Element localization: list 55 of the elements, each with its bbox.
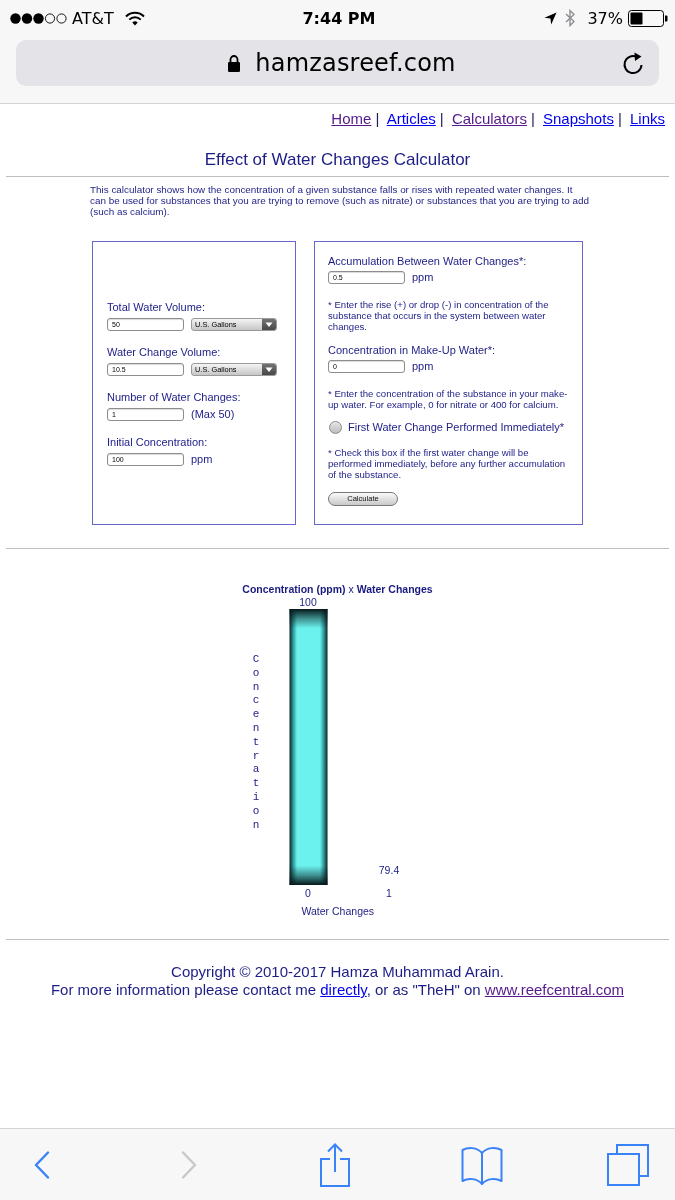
wifi-icon (124, 10, 145, 26)
clock-time: 7:44 PM (302, 8, 376, 28)
share-icon[interactable] (319, 1142, 351, 1187)
field-suffix: ppm (191, 452, 213, 466)
bookmarks-icon[interactable] (460, 1144, 503, 1185)
unit-label: ppm (412, 271, 434, 284)
field-label: Total Water Volume: (107, 300, 207, 314)
caret-icon (262, 318, 276, 330)
link-separator: | (439, 110, 444, 127)
footer-link[interactable]: www.reefcentral.com (484, 981, 625, 998)
nav-link[interactable]: Calculators (451, 110, 527, 127)
field-label: Initial Concentration: (107, 435, 209, 449)
link-separator: | (617, 110, 622, 127)
contact-text: For more information please contact me directly, or as "TheH" on www.reefcentral.com (49, 981, 626, 999)
field-label: Accumulation Between Water Changes*: (328, 255, 528, 268)
page-title: Effect of Water Changes Calculator (203, 150, 472, 170)
location-arrow-icon (544, 11, 558, 25)
footer-link[interactable]: directly (320, 981, 367, 998)
value-label: 79.4 (377, 864, 401, 877)
caret-icon (262, 363, 276, 375)
reload-icon[interactable] (622, 51, 645, 75)
tabs-icon[interactable] (607, 1143, 649, 1186)
url-text: hamzasreef.com (255, 49, 456, 77)
battery-percent: 37% (587, 8, 623, 28)
chart-title: Concentration (ppm) x Water Changes (241, 583, 434, 596)
field-label: Concentration in Make-Up Water*: (328, 344, 497, 358)
back-icon[interactable] (34, 1150, 50, 1179)
checkbox-label[interactable]: First Water Change Performed Immediately* (348, 421, 564, 434)
unit-label: ppm (412, 360, 434, 374)
help-note: * Enter the rise (+) or drop (-) in concentration of the substance that occurs in the system between water changes. (328, 300, 550, 333)
x-tick-label: 0 (304, 887, 312, 900)
bluetooth-icon (565, 9, 576, 27)
help-note: * Check this box if the first water change will be performed immediately, before any further accumulation of the substance. (328, 448, 567, 481)
carrier-name: AT&T (72, 8, 114, 28)
x-axis-label: Water Changes (301, 905, 375, 917)
signal-icon (10, 12, 67, 24)
link-separator: | (375, 110, 380, 127)
y-axis-label: Concentration (251, 653, 261, 833)
field-suffix: (Max 50) (191, 407, 235, 421)
description-text: This calculator shows how the concentration of a given substance falls or rises with repeated water changes. It can be used for substances that you are trying to remove (such as nitrate) or substances that you are trying to add (such as calcium). (90, 184, 590, 217)
nav-link[interactable]: Snapshots (543, 110, 614, 127)
nav-link[interactable]: Home (331, 110, 372, 127)
address-bar[interactable]: hamzasreef.com (16, 40, 659, 86)
nav-link[interactable]: Links (629, 110, 665, 127)
nav-link[interactable]: Articles (386, 110, 436, 127)
field-label: Number of Water Changes: (107, 390, 242, 404)
field-label: Water Change Volume: (107, 345, 222, 359)
copyright-text: Copyright © 2010-2017 Hamza Muhammad Arain. (170, 963, 505, 981)
lock-icon (227, 54, 242, 72)
battery-icon (628, 9, 668, 27)
checkbox[interactable] (329, 421, 342, 434)
help-note: * Enter the concentration of the substance in your make-up water. For example, 0 for nitrate or 400 for calcium. (328, 389, 569, 411)
value-label: 100 (298, 596, 318, 609)
x-tick-label: 1 (385, 887, 393, 900)
link-separator: | (530, 110, 535, 127)
